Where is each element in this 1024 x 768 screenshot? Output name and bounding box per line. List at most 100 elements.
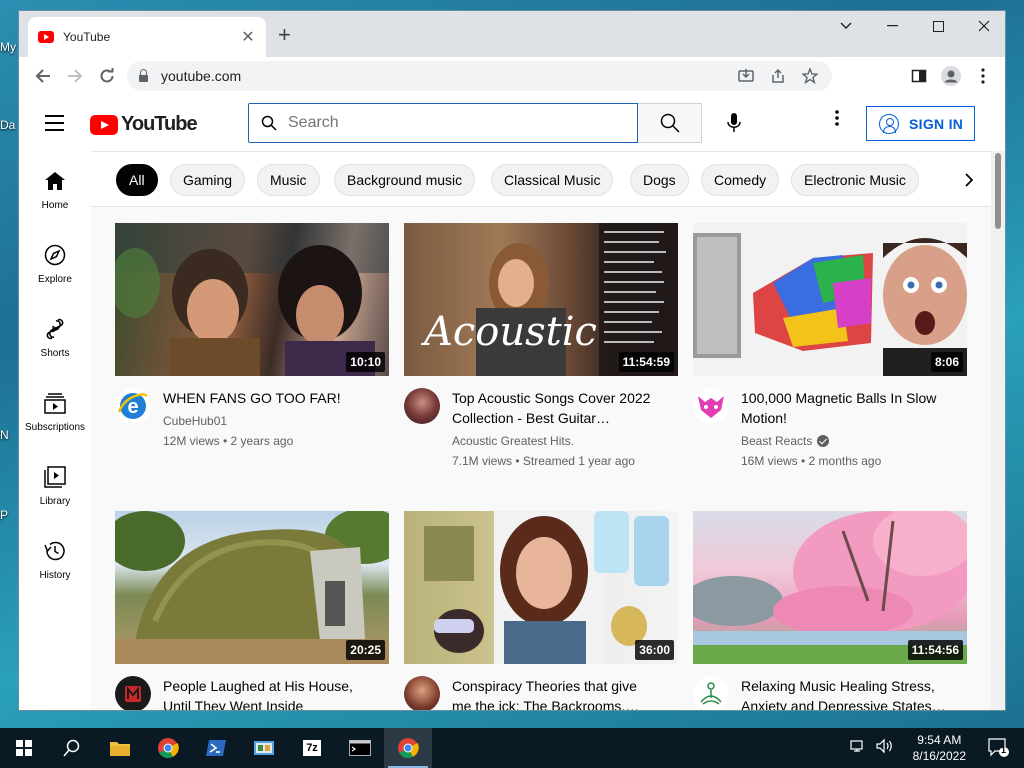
address-bar[interactable]: youtube.com	[127, 61, 832, 91]
chrome-icon	[158, 738, 179, 759]
chip-background-music[interactable]: Background music	[334, 164, 476, 196]
side-panel-button[interactable]	[903, 61, 935, 91]
clock-time: 9:54 AM	[917, 733, 962, 747]
file-explorer-button[interactable]	[96, 728, 144, 768]
desktop-icon-label[interactable]: P	[0, 508, 8, 522]
guide-item-library[interactable]: Library	[19, 447, 91, 521]
channel-avatar[interactable]	[693, 676, 729, 710]
install-app-button[interactable]	[730, 61, 762, 91]
chrome-icon	[398, 738, 419, 759]
profile-button[interactable]	[935, 61, 967, 91]
search-icon	[63, 739, 80, 757]
desktop-icon-label[interactable]: My	[0, 40, 16, 54]
sign-in-button[interactable]: SIGN IN	[866, 106, 975, 141]
guide-label: Home	[41, 200, 69, 211]
network-icon[interactable]	[850, 738, 866, 754]
chip-electronic-music[interactable]: Electronic Music	[791, 164, 919, 196]
chip-all[interactable]: All	[116, 164, 158, 196]
share-button[interactable]	[762, 61, 794, 91]
control-panel-button[interactable]	[240, 728, 288, 768]
lock-icon[interactable]	[139, 68, 148, 82]
chip-comedy[interactable]: Comedy	[701, 164, 780, 196]
reload-icon	[100, 68, 114, 83]
browser-menu-button[interactable]	[967, 61, 999, 91]
channel-name[interactable]: Acoustic Greatest Hits.	[452, 434, 672, 448]
video-thumbnail[interactable]: Acoustic 11:54:59	[404, 223, 678, 376]
video-card[interactable]: Acoustic 11:54:59 Top Acoustic Songs Cov…	[404, 223, 678, 468]
channel-name[interactable]: CubeHub01	[163, 414, 383, 428]
voice-search-button[interactable]	[719, 108, 749, 138]
powershell-button[interactable]	[192, 728, 240, 768]
channel-name[interactable]: Beast Reacts	[741, 434, 961, 448]
video-stats: 12M views • 2 years ago	[163, 434, 294, 448]
chrome-taskbar-button[interactable]	[144, 728, 192, 768]
video-card[interactable]: 8:06 100,000 Magnetic Balls In Slow Motio…	[693, 223, 967, 468]
bookmark-star-button[interactable]	[794, 61, 826, 91]
tab-search-button[interactable]	[823, 11, 869, 41]
chip-music[interactable]: Music	[257, 164, 320, 196]
video-card[interactable]: 10:10 e WHEN FANS GO TOO FAR! CubeHub01 …	[115, 223, 389, 448]
guide-item-shorts[interactable]: Shorts	[19, 299, 91, 373]
guide-item-explore[interactable]: Explore	[19, 225, 91, 299]
channel-avatar[interactable]	[115, 676, 151, 710]
search-input[interactable]	[288, 114, 588, 132]
channel-avatar[interactable]	[404, 676, 440, 710]
url-text[interactable]: youtube.com	[161, 68, 241, 84]
page-scrollbar[interactable]	[991, 151, 1005, 710]
browser-toolbar: youtube.com	[19, 57, 1005, 95]
guide-item-home[interactable]: Home	[19, 151, 91, 225]
video-thumbnail[interactable]: 10:10	[115, 223, 389, 376]
video-title[interactable]: People Laughed at His House, Until They W…	[163, 676, 383, 710]
search-box[interactable]	[248, 103, 638, 143]
arrow-right-icon	[68, 69, 83, 83]
reload-button[interactable]	[91, 61, 123, 91]
forward-button[interactable]	[59, 61, 91, 91]
minimize-button[interactable]	[869, 11, 915, 41]
video-title[interactable]: Relaxing Music Healing Stress, Anxiety an…	[741, 676, 961, 710]
video-title[interactable]: WHEN FANS GO TOO FAR!	[163, 388, 383, 408]
chip-scroll-next-button[interactable]	[953, 164, 985, 196]
video-card[interactable]: 11:54:56 Relaxing Music Healing Stress, A…	[693, 511, 967, 710]
notification-count: 1	[1001, 745, 1007, 755]
youtube-page: YouTube SIGN IN Home	[19, 95, 1005, 710]
video-card[interactable]: 36:00 Conspiracy Theories that give me th…	[404, 511, 678, 710]
tab-youtube[interactable]: YouTube ✕	[28, 17, 266, 57]
video-thumbnail[interactable]: 20:25	[115, 511, 389, 664]
video-thumbnail[interactable]: 36:00	[404, 511, 678, 664]
desktop-icon-label[interactable]: N	[0, 428, 9, 442]
guide-item-history[interactable]: History	[19, 521, 91, 595]
close-window-button[interactable]	[961, 11, 1005, 41]
start-button[interactable]	[0, 728, 48, 768]
settings-menu-button[interactable]	[827, 110, 847, 126]
desktop-icon-label[interactable]: Da	[0, 118, 15, 132]
search-button[interactable]	[638, 103, 702, 143]
action-center-button[interactable]: 1	[988, 738, 1010, 763]
cmd-button[interactable]	[336, 728, 384, 768]
new-tab-button[interactable]: +	[278, 24, 291, 46]
clock[interactable]: 9:54 AM 8/16/2022	[913, 732, 966, 764]
channel-avatar[interactable]: e	[115, 388, 151, 424]
back-button[interactable]	[27, 61, 59, 91]
chrome-active-button[interactable]	[384, 728, 432, 768]
7zip-button[interactable]: 7z	[288, 728, 336, 768]
scrollbar-thumb[interactable]	[995, 153, 1001, 229]
video-title[interactable]: Top Acoustic Songs Cover 2022 Collection …	[452, 388, 672, 428]
tab-close-icon[interactable]: ✕	[240, 27, 256, 47]
video-card[interactable]: 20:25 People Laughed at His House, Until …	[115, 511, 389, 710]
youtube-logo[interactable]: YouTube	[90, 113, 198, 136]
chip-gaming[interactable]: Gaming	[170, 164, 246, 196]
chip-dogs[interactable]: Dogs	[630, 164, 689, 196]
guide-label: Explore	[38, 274, 72, 285]
channel-avatar[interactable]	[693, 388, 729, 424]
maximize-button[interactable]	[915, 11, 961, 41]
video-title[interactable]: Conspiracy Theories that give me the ick:…	[452, 676, 672, 710]
guide-item-subscriptions[interactable]: Subscriptions	[19, 373, 91, 447]
hamburger-menu-icon[interactable]	[45, 115, 64, 136]
chip-classical-music[interactable]: Classical Music	[491, 164, 614, 196]
video-title[interactable]: 100,000 Magnetic Balls In Slow Motion!	[741, 388, 961, 428]
video-thumbnail[interactable]: 11:54:56	[693, 511, 967, 664]
channel-avatar[interactable]	[404, 388, 440, 424]
video-thumbnail[interactable]: 8:06	[693, 223, 967, 376]
volume-icon[interactable]	[876, 738, 894, 754]
taskbar-search-button[interactable]	[48, 728, 96, 768]
